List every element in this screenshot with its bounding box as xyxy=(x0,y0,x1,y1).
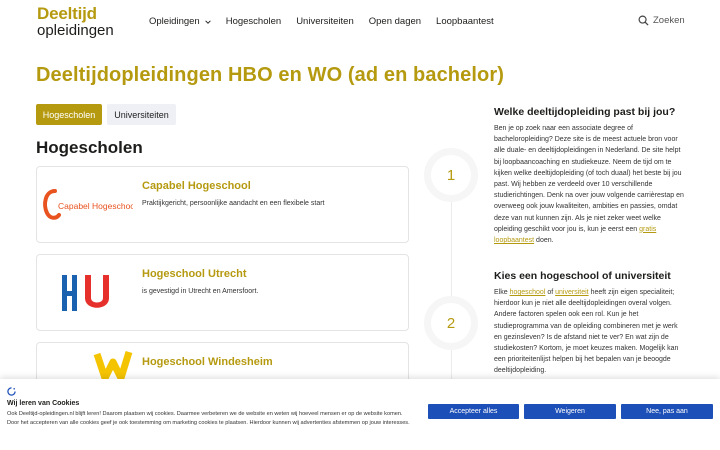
nav-label: Universiteiten xyxy=(296,16,354,27)
search-label: Zoeken xyxy=(653,15,685,26)
step2-title: Kies een hogeschool of universiteit xyxy=(494,270,671,282)
nav-label: Open dagen xyxy=(368,16,422,27)
tab-universiteiten[interactable]: Universiteiten xyxy=(107,104,176,125)
step-circle-2: 2 xyxy=(424,296,478,350)
nav-item-hogescholen[interactable]: Hogescholen xyxy=(226,16,281,27)
capabel-logo: Capabel Hogeschool xyxy=(39,173,135,237)
search-button[interactable]: Zoeken xyxy=(638,15,685,26)
nav-item-loopbaantest[interactable]: Loopbaantest xyxy=(436,16,494,27)
universiteit-link[interactable]: universiteit xyxy=(555,289,588,296)
step-circle-1: 1 xyxy=(424,148,478,202)
school-card-capabel[interactable]: Capabel Hogeschool Capabel Hogeschool Pr… xyxy=(36,166,409,243)
hogeschool-link[interactable]: hogeschool xyxy=(510,289,546,296)
step1-text: Ben je op zoek naar een associate degree… xyxy=(494,123,686,246)
school-card-hu[interactable]: Hogeschool Utrecht is gevestigd in Utrec… xyxy=(36,254,409,331)
nav-label: Opleidingen xyxy=(149,16,200,27)
step1-title: Welke deeltijdopleiding past bij jou? xyxy=(494,106,676,118)
step-number: 2 xyxy=(431,303,471,343)
nav-item-universiteiten[interactable]: Universiteiten xyxy=(296,16,354,27)
step2-part: of xyxy=(547,289,554,296)
cookie-banner: Wij leren van Cookies Ook Deeltijd-oplei… xyxy=(0,379,720,450)
site-header: Deeltijd opleidingen Opleidingen Hogesch… xyxy=(0,0,720,44)
capabel-logo-text: Capabel Hogeschool xyxy=(58,201,133,211)
school-description: Praktijkgericht, persoonlijke aandacht e… xyxy=(142,200,325,207)
step2-text: Elke hogeschool of universiteit heeft zi… xyxy=(494,287,686,377)
school-name[interactable]: Capabel Hogeschool xyxy=(142,180,251,192)
tab-hogescholen[interactable]: Hogescholen xyxy=(36,104,102,125)
cookie-text: Ook Deeltijd-opleidingen.nl blijft leren… xyxy=(7,411,410,426)
customize-button[interactable]: Nee, pas aan xyxy=(621,404,713,419)
logo-line2: opleidingen xyxy=(37,22,114,39)
step2-part: Elke xyxy=(494,289,508,296)
reject-button[interactable]: Weigeren xyxy=(524,404,616,419)
chevron-down-icon xyxy=(205,19,211,24)
hu-logo xyxy=(39,261,135,325)
cookie-title: Wij leren van Cookies xyxy=(7,400,80,407)
page-title: Deeltijdopleidingen HBO en WO (ad en bac… xyxy=(36,64,504,86)
logo-line1: Deeltijd xyxy=(37,4,97,23)
nav-label: Loopbaantest xyxy=(436,16,494,27)
school-description: is gevestigd in Utrecht en Amersfoort. xyxy=(142,288,259,295)
main-nav: Opleidingen Hogescholen Universiteiten O… xyxy=(149,16,509,27)
nav-item-opleidingen[interactable]: Opleidingen xyxy=(149,16,211,27)
school-name[interactable]: Hogeschool Windesheim xyxy=(142,356,273,368)
section-title: Hogescholen xyxy=(36,138,143,157)
cookie-icon xyxy=(7,387,16,396)
step-number: 1 xyxy=(431,155,471,195)
step2-part: heeft zijn eigen specialiteit; hierdoor … xyxy=(494,289,679,375)
nav-item-open-dagen[interactable]: Open dagen xyxy=(369,16,421,27)
accept-all-button[interactable]: Accepteer alles xyxy=(428,404,519,419)
step1-body: Ben je op zoek naar een associate degree… xyxy=(494,125,684,233)
site-logo[interactable]: Deeltijd opleidingen xyxy=(37,5,114,38)
search-icon xyxy=(638,15,649,26)
step1-end: doen. xyxy=(536,237,554,245)
nav-label: Hogescholen xyxy=(225,16,282,27)
school-name[interactable]: Hogeschool Utrecht xyxy=(142,268,247,280)
